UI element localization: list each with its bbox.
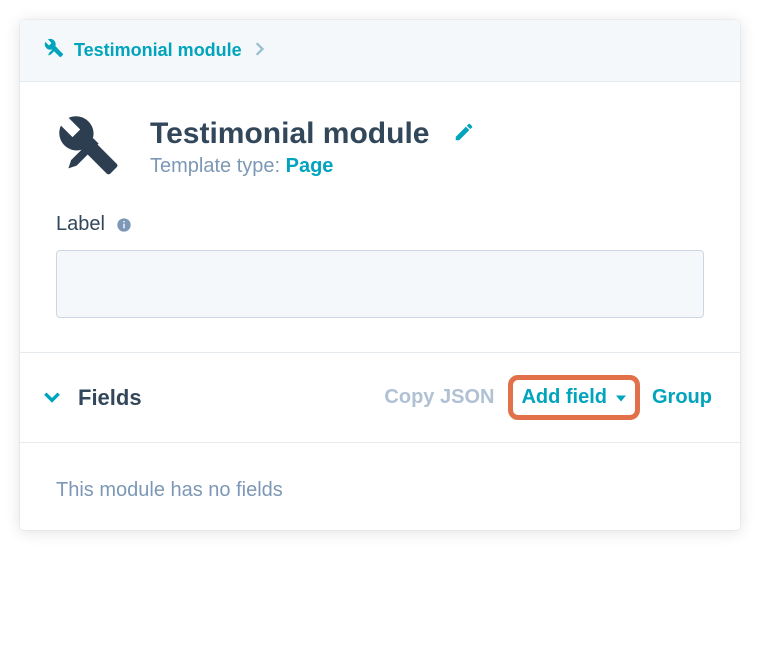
add-field-highlight: Add field bbox=[508, 375, 640, 420]
label-row: Label bbox=[56, 213, 704, 236]
caret-down-icon bbox=[615, 390, 627, 406]
paintbrush-wrench-icon bbox=[56, 112, 122, 183]
template-type-link[interactable]: Page bbox=[286, 155, 334, 177]
label-input[interactable] bbox=[56, 250, 704, 318]
fields-title: Fields bbox=[78, 385, 384, 411]
fields-header: Fields Copy JSON Add field Group bbox=[20, 352, 740, 443]
fields-empty-state: This module has no fields bbox=[20, 443, 740, 530]
title-block: Testimonial module Template type: Page bbox=[150, 117, 475, 178]
label-field-label: Label bbox=[56, 213, 105, 236]
module-title: Testimonial module bbox=[150, 117, 429, 151]
template-type: Template type: Page bbox=[150, 155, 475, 178]
add-field-button[interactable]: Add field bbox=[521, 386, 627, 409]
chevron-right-icon bbox=[254, 39, 264, 62]
template-type-prefix: Template type: bbox=[150, 155, 286, 177]
label-section: Label bbox=[20, 195, 740, 352]
tools-icon bbox=[44, 38, 64, 63]
module-panel: Testimonial module Testimonial module bbox=[20, 20, 740, 530]
info-icon[interactable] bbox=[115, 216, 133, 234]
chevron-down-icon[interactable] bbox=[44, 387, 60, 408]
breadcrumb-label[interactable]: Testimonial module bbox=[74, 40, 242, 61]
module-header: Testimonial module Template type: Page bbox=[20, 82, 740, 195]
add-field-label: Add field bbox=[521, 386, 607, 409]
group-button[interactable]: Group bbox=[652, 386, 712, 409]
copy-json-button[interactable]: Copy JSON bbox=[384, 386, 494, 409]
title-row: Testimonial module bbox=[150, 117, 475, 151]
pencil-icon[interactable] bbox=[453, 121, 475, 148]
breadcrumb[interactable]: Testimonial module bbox=[20, 20, 740, 82]
